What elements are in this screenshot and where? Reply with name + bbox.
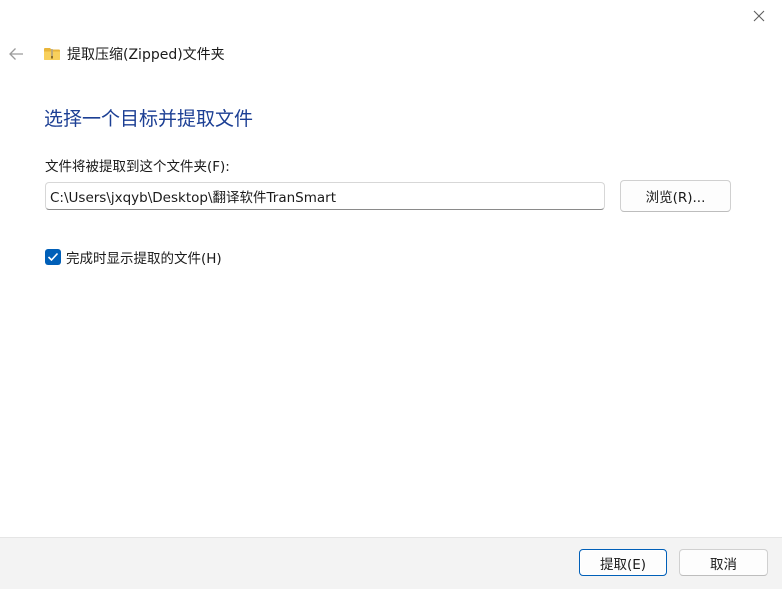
- checkmark-icon: [47, 252, 59, 262]
- close-icon: [753, 10, 765, 22]
- wizard-title: 提取压缩(Zipped)文件夹: [67, 47, 225, 63]
- show-files-label: 完成时显示提取的文件(H): [66, 251, 222, 267]
- show-files-option[interactable]: 完成时显示提取的文件(H): [45, 247, 222, 267]
- extract-button[interactable]: 提取(E): [579, 549, 667, 576]
- button-bar: 提取(E) 取消: [0, 537, 782, 589]
- destination-label: 文件将被提取到这个文件夹(F):: [45, 159, 230, 175]
- show-files-checkbox[interactable]: [45, 249, 61, 265]
- back-arrow-icon: [9, 48, 23, 60]
- back-button[interactable]: [1, 39, 31, 69]
- browse-button[interactable]: 浏览(R)...: [620, 180, 731, 212]
- main-instruction: 选择一个目标并提取文件: [44, 108, 254, 130]
- wizard-header: 提取压缩(Zipped)文件夹: [0, 38, 225, 70]
- cancel-button[interactable]: 取消: [679, 549, 768, 576]
- zipped-folder-icon: [43, 46, 61, 62]
- close-button[interactable]: [736, 0, 782, 32]
- destination-path-input[interactable]: [45, 182, 605, 210]
- extract-wizard-window: 提取压缩(Zipped)文件夹 选择一个目标并提取文件 文件将被提取到这个文件夹…: [0, 0, 782, 589]
